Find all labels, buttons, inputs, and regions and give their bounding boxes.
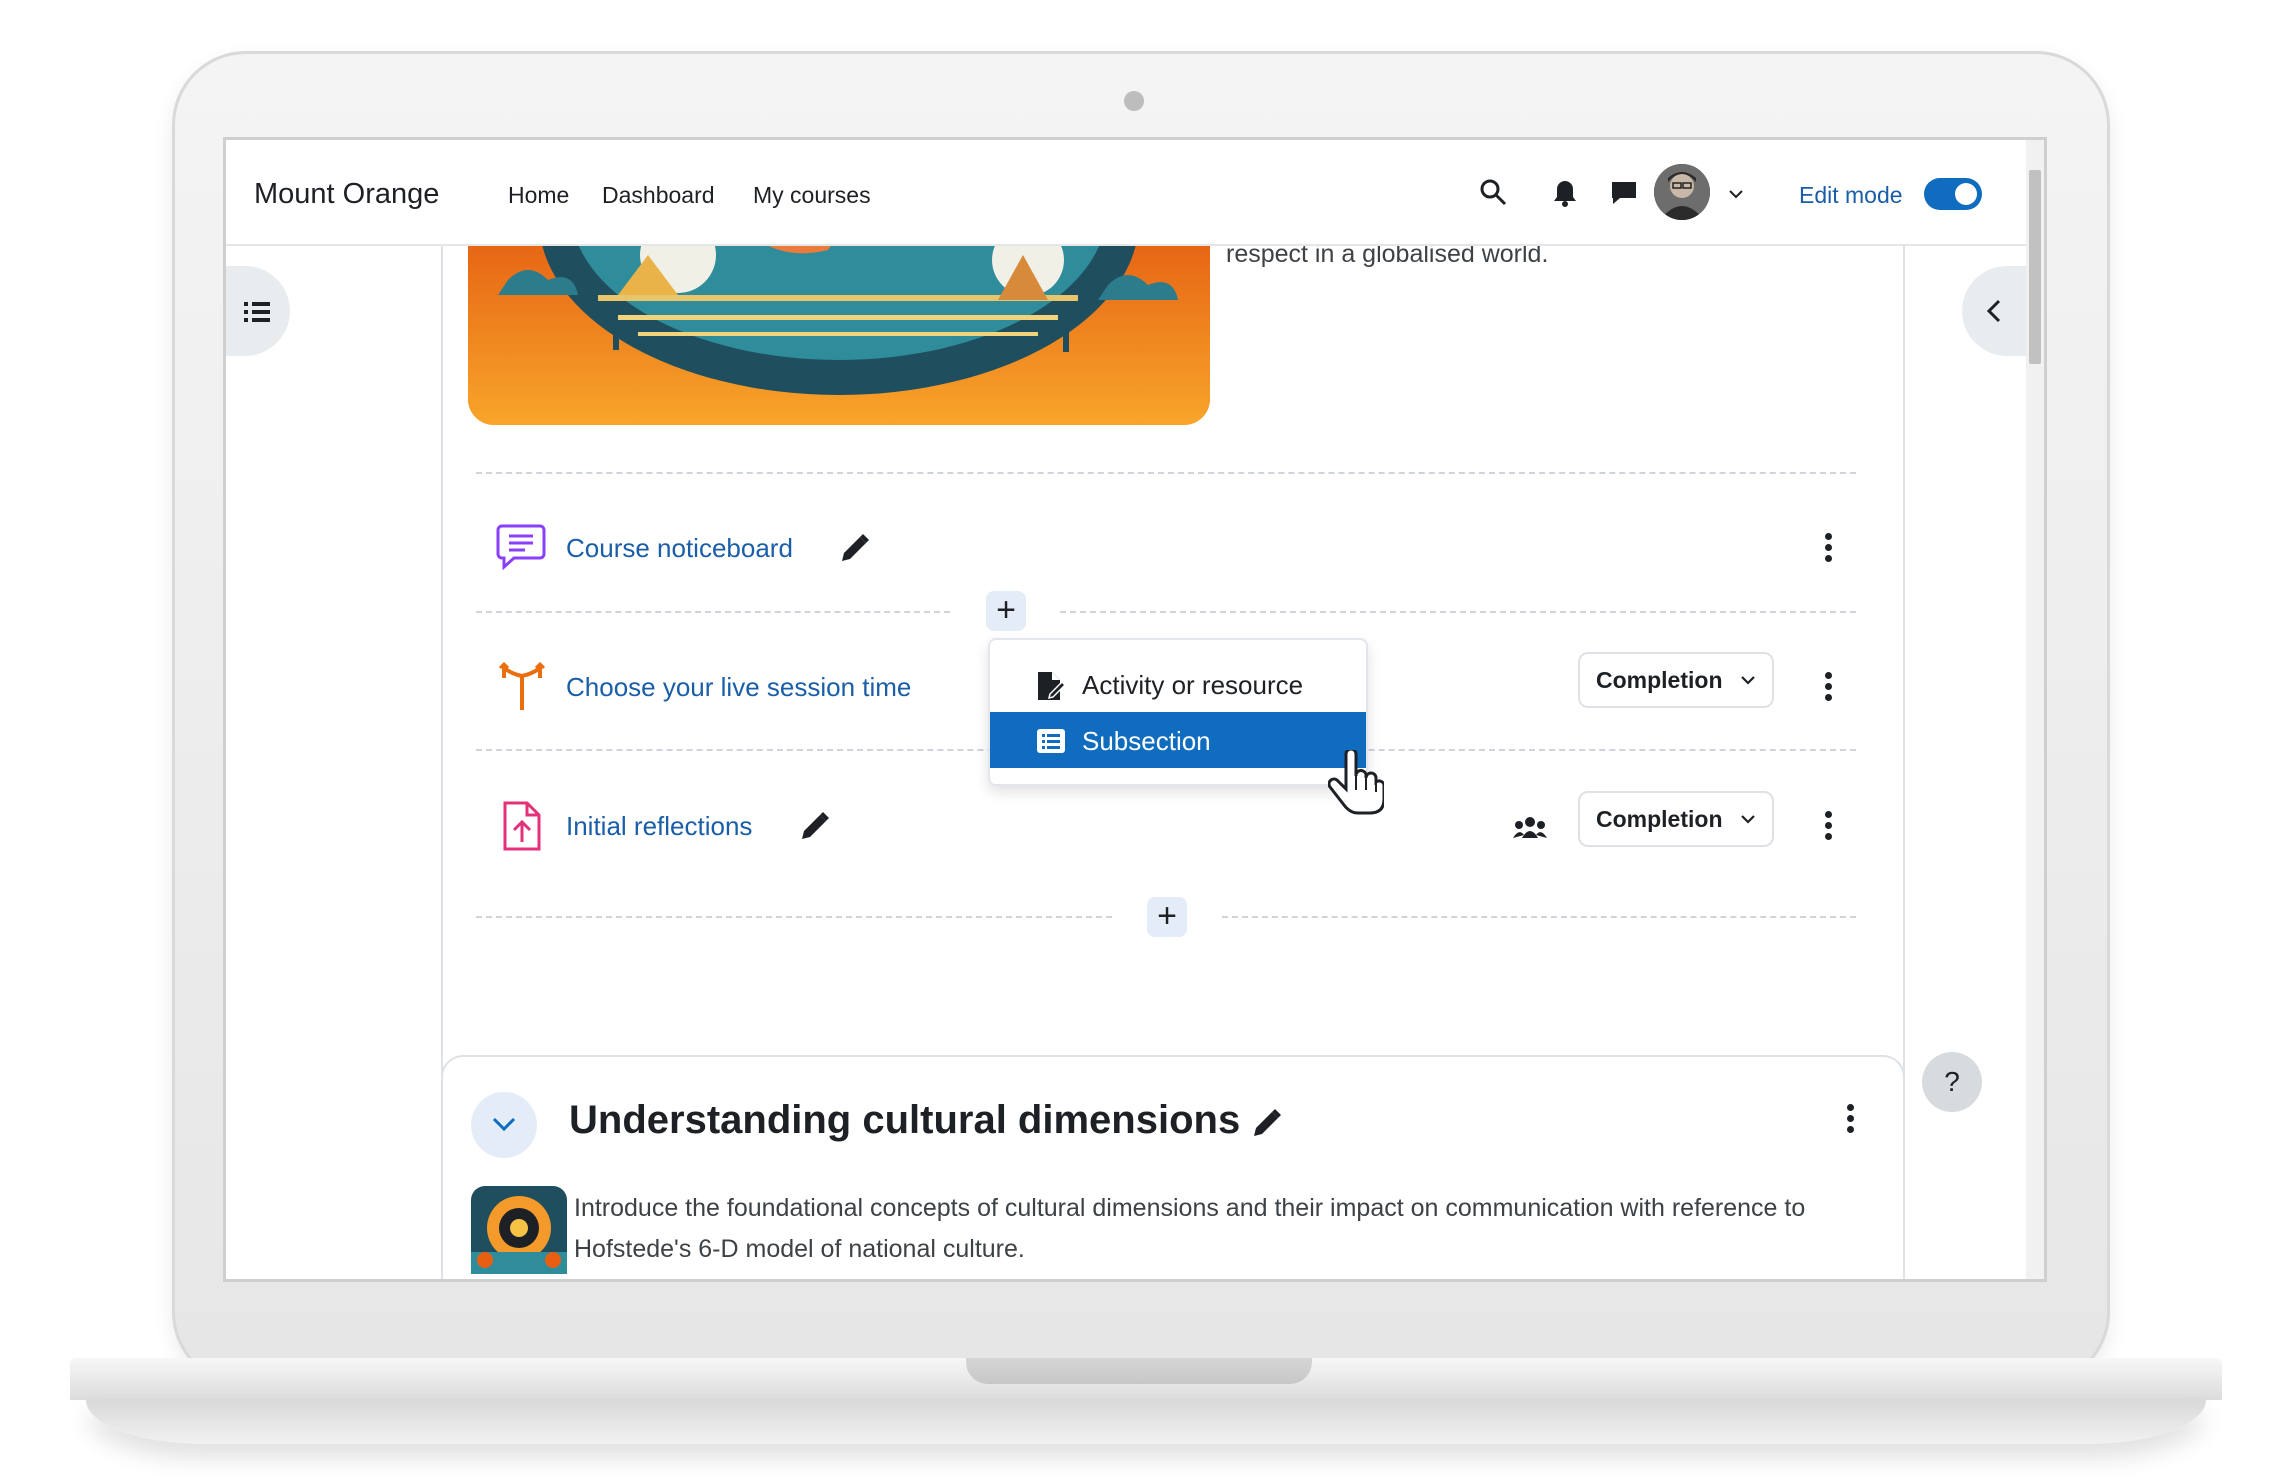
search-icon[interactable] xyxy=(1479,178,1507,206)
activity-actions-menu-icon[interactable] xyxy=(1825,533,1833,566)
edit-title-pencil-icon[interactable] xyxy=(838,533,870,565)
divider xyxy=(1060,611,1856,613)
menu-item-label: Activity or resource xyxy=(1082,670,1304,700)
chevron-left-icon xyxy=(1986,299,2001,323)
screen: respect in a globalised world. Course no… xyxy=(226,140,2044,1279)
laptop-base-foot xyxy=(86,1400,2206,1444)
help-button[interactable]: ? xyxy=(1922,1052,1982,1112)
laptop-camera xyxy=(1124,91,1144,111)
edit-mode-toggle[interactable] xyxy=(1924,178,1982,210)
course-index-toggle[interactable] xyxy=(226,266,290,356)
forum-icon xyxy=(496,522,546,570)
menu-item-label: Subsection xyxy=(1082,726,1211,756)
section-title: Understanding cultural dimensions xyxy=(569,1098,1241,1142)
section-thumbnail-image xyxy=(471,1186,567,1274)
avatar[interactable] xyxy=(1654,164,1710,220)
menu-item-subsection[interactable]: Subsection xyxy=(990,712,1366,768)
scrollbar-thumb[interactable] xyxy=(2029,170,2041,364)
chevron-down-icon xyxy=(1741,815,1755,824)
edit-mode-label: Edit mode xyxy=(1799,182,1903,208)
section-actions-menu-icon[interactable] xyxy=(1847,1104,1855,1137)
nav-link-my-courses[interactable]: My courses xyxy=(753,182,871,209)
assignment-icon xyxy=(502,800,542,852)
bell-icon[interactable] xyxy=(1552,179,1578,207)
list-icon xyxy=(244,302,270,322)
chevron-down-icon[interactable] xyxy=(1728,188,1744,200)
completion-dropdown[interactable]: Completion xyxy=(1578,791,1774,847)
completion-dropdown-label: Completion xyxy=(1596,667,1723,693)
activity-resource-icon xyxy=(1038,672,1066,700)
section-description: Introduce the foundational concepts of c… xyxy=(574,1194,1806,1263)
chevron-down-icon xyxy=(1741,676,1755,685)
activity-actions-menu-icon[interactable] xyxy=(1825,811,1833,844)
divider xyxy=(476,611,950,613)
collapse-section-button[interactable] xyxy=(471,1092,537,1158)
add-content-button[interactable]: + xyxy=(986,591,1026,631)
add-content-button[interactable]: + xyxy=(1147,897,1187,937)
top-navbar: Mount Orange Home Dashboard My courses E… xyxy=(226,140,2026,246)
completion-dropdown[interactable]: Completion xyxy=(1578,652,1774,708)
divider xyxy=(1222,916,1856,918)
activity-link-course-noticeboard[interactable]: Course noticeboard xyxy=(566,533,793,564)
group-icon xyxy=(1513,814,1547,842)
nav-link-home[interactable]: Home xyxy=(508,182,569,209)
activity-link-initial-reflections[interactable]: Initial reflections xyxy=(566,811,752,842)
chevron-down-icon xyxy=(492,1117,516,1132)
divider xyxy=(476,916,1112,918)
subsection-icon xyxy=(1037,729,1065,753)
activity-link-choose-live-session[interactable]: Choose your live session time xyxy=(566,672,911,703)
menu-item-activity-or-resource[interactable]: Activity or resource xyxy=(990,656,1366,712)
completion-dropdown-label: Completion xyxy=(1596,806,1723,832)
block-drawer-toggle[interactable] xyxy=(1962,266,2026,356)
site-name[interactable]: Mount Orange xyxy=(254,178,439,211)
add-content-menu: Activity or resource Subsection xyxy=(988,638,1368,786)
activity-actions-menu-icon[interactable] xyxy=(1825,672,1833,705)
messages-icon[interactable] xyxy=(1610,180,1638,206)
laptop-notch xyxy=(966,1358,1312,1384)
edit-title-pencil-icon[interactable] xyxy=(798,811,830,843)
divider xyxy=(476,472,1856,474)
nav-link-dashboard[interactable]: Dashboard xyxy=(602,182,715,209)
edit-title-pencil-icon[interactable] xyxy=(1250,1108,1282,1140)
choice-icon xyxy=(498,662,546,712)
hand-pointer-cursor-icon xyxy=(1328,750,1384,816)
